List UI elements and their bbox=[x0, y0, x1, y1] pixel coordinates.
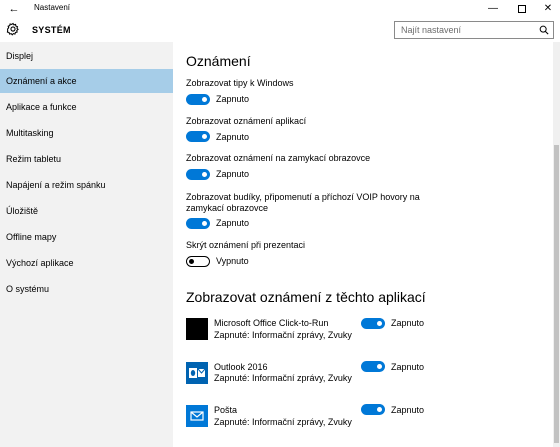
back-arrow-icon: ← bbox=[8, 2, 20, 15]
toggle-state: Zapnuto bbox=[216, 218, 250, 228]
mail-icon bbox=[186, 405, 208, 427]
toggle-state: Zapnuto bbox=[391, 318, 425, 328]
toggle-state: Zapnuto bbox=[216, 132, 250, 142]
sidebar-item-napajeni[interactable]: Napájení a režim spánku bbox=[0, 173, 173, 197]
search-box bbox=[394, 21, 554, 39]
close-icon: ✕ bbox=[543, 3, 553, 14]
sidebar-item-oznameni[interactable]: Oznámení a akce bbox=[0, 69, 173, 93]
sidebar-item-vychozi-aplikace[interactable]: Výchozí aplikace bbox=[0, 251, 173, 275]
search-icon[interactable] bbox=[539, 25, 549, 35]
sidebar-item-uloziste[interactable]: Úložiště bbox=[0, 199, 173, 223]
app-sub: Zapnuté: Informační zprávy, Zvuky bbox=[214, 373, 352, 383]
toggle-switch[interactable] bbox=[186, 131, 210, 142]
section-heading: Oznámení bbox=[186, 53, 251, 69]
toggle-switch[interactable] bbox=[361, 361, 385, 372]
search-input[interactable] bbox=[395, 22, 533, 38]
sidebar-item-aplikace[interactable]: Aplikace a funkce bbox=[0, 95, 173, 119]
sidebar-item-multitasking[interactable]: Multitasking bbox=[0, 121, 173, 145]
app-name[interactable]: Outlook 2016 bbox=[214, 362, 268, 372]
back-button[interactable]: ← bbox=[0, 0, 28, 17]
scrollbar[interactable] bbox=[553, 42, 560, 447]
apps-heading: Zobrazovat oznámení z těchto aplikací bbox=[186, 289, 426, 305]
toggle-state: Zapnuto bbox=[216, 169, 250, 179]
office-icon bbox=[186, 318, 208, 340]
toggle-state: Zapnuto bbox=[391, 405, 425, 415]
toggle-state: Zapnuto bbox=[391, 362, 425, 372]
toggle-switch[interactable] bbox=[186, 256, 210, 267]
outlook-icon bbox=[186, 362, 208, 384]
close-button[interactable]: ✕ bbox=[533, 0, 560, 17]
setting-label: Skrýt oznámení při prezentaci bbox=[186, 240, 306, 250]
minimize-button[interactable]: — bbox=[478, 0, 508, 17]
sidebar-item-tablet[interactable]: Režim tabletu bbox=[0, 147, 173, 171]
toggle-state: Vypnuto bbox=[216, 256, 249, 266]
maximize-icon bbox=[518, 4, 526, 13]
toggle-switch[interactable] bbox=[361, 404, 385, 415]
setting-label: Zobrazovat tipy k Windows bbox=[186, 78, 294, 88]
app-name[interactable]: Microsoft Office Click-to-Run bbox=[214, 318, 328, 328]
scroll-thumb[interactable] bbox=[554, 145, 559, 443]
toggle-state: Zapnuto bbox=[216, 94, 250, 104]
sidebar-item-o-systemu[interactable]: O systému bbox=[0, 277, 173, 301]
sidebar-item-offline-mapy[interactable]: Offline mapy bbox=[0, 225, 173, 249]
toggle-switch[interactable] bbox=[186, 169, 210, 180]
sidebar-item-displej[interactable]: Displej bbox=[0, 44, 173, 68]
setting-label: Zobrazovat oznámení aplikací bbox=[186, 116, 307, 126]
setting-label-line2: zamykací obrazovce bbox=[186, 203, 269, 213]
app-sub: Zapnuté: Informační zprávy, Zvuky bbox=[214, 330, 352, 340]
sidebar: Displej Oznámení a akce Aplikace a funkc… bbox=[0, 42, 173, 447]
toggle-switch[interactable] bbox=[361, 318, 385, 329]
toggle-switch[interactable] bbox=[186, 94, 210, 105]
app-sub: Zapnuté: Informační zprávy, Zvuky bbox=[214, 417, 352, 427]
app-name[interactable]: Pošta bbox=[214, 405, 237, 415]
window-title: Nastavení bbox=[34, 3, 71, 12]
page-title: SYSTÉM bbox=[32, 25, 71, 35]
title-bar: ← Nastavení — ✕ bbox=[0, 0, 560, 17]
minimize-icon: — bbox=[488, 3, 498, 14]
toggle-switch[interactable] bbox=[186, 218, 210, 229]
setting-label: Zobrazovat oznámení na zamykací obrazovc… bbox=[186, 153, 371, 163]
settings-header: SYSTÉM bbox=[0, 17, 560, 42]
gear-icon bbox=[6, 22, 19, 36]
